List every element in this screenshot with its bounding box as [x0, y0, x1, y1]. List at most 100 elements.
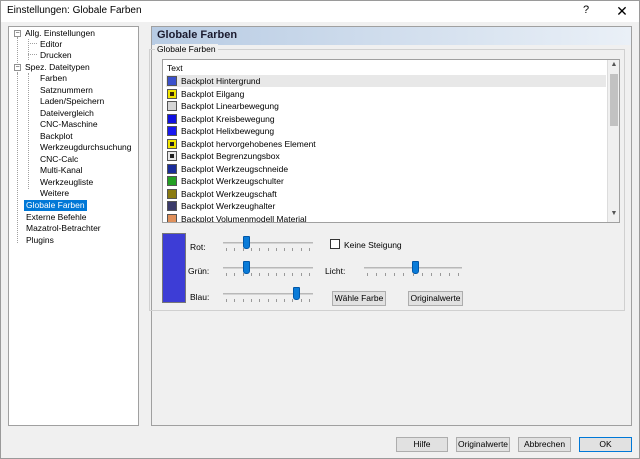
tree-item-satznummern[interactable]: Satznummern	[40, 85, 93, 96]
tree-item-backplot[interactable]: Backplot	[40, 131, 73, 142]
color-list-item[interactable]: Backplot Werkzeughalter	[166, 200, 606, 212]
keine-steigung-checkbox[interactable]	[330, 239, 340, 249]
slider-tick	[226, 248, 227, 251]
color-list-item-label: Backplot Kreisbewegung	[181, 113, 275, 124]
keine-steigung-label: Keine Steigung	[344, 240, 402, 250]
tree-item-farben[interactable]: Farben	[40, 73, 67, 84]
color-list-item[interactable]: Backplot Helixbewegung	[166, 125, 606, 137]
tree-line	[28, 43, 37, 44]
color-list-item-label: Backplot Linearbewegung	[181, 101, 279, 111]
color-list-item[interactable]: Backplot Kreisbewegung	[166, 113, 606, 125]
color-list-item[interactable]: Backplot Eilgang	[166, 88, 606, 100]
tree-item-externe-befehle[interactable]: Externe Befehle	[26, 212, 86, 223]
gruen-slider[interactable]	[223, 261, 313, 276]
color-swatch	[167, 176, 177, 186]
tree-line	[17, 73, 18, 243]
settings-dialog: Einstellungen: Globale Farben ? ✕ − Allg…	[0, 0, 640, 459]
originalwerte-button[interactable]: Originalwerte	[456, 437, 510, 452]
slider-tick	[458, 273, 459, 276]
tree-item-cnc-calc[interactable]: CNC-Calc	[40, 154, 78, 165]
waehle-farbe-button[interactable]: Wähle Farbe	[332, 291, 386, 306]
slider-tick	[226, 299, 227, 302]
gruen-label: Grün:	[188, 266, 210, 276]
tree-item-multi-kanal[interactable]: Multi-Kanal	[40, 165, 83, 176]
slider-tick	[251, 248, 252, 251]
tree-item-spez-dateitypen[interactable]: Spez. Dateitypen	[25, 62, 90, 73]
licht-label: Licht:	[325, 266, 346, 276]
licht-slider[interactable]	[364, 261, 462, 276]
blau-slider[interactable]	[223, 287, 313, 302]
slider-tick	[268, 273, 269, 276]
tree-item-laden-speichern[interactable]: Laden/Speichern	[40, 96, 104, 107]
scroll-thumb[interactable]	[610, 74, 618, 126]
tree-item-editor[interactable]: Editor	[40, 39, 62, 50]
tree-item-globale-farben[interactable]: Globale Farben	[24, 200, 87, 211]
swatch-marker	[170, 141, 174, 146]
slider-thumb[interactable]	[243, 261, 250, 274]
list-scrollbar[interactable]: ▲ ▼	[607, 60, 619, 222]
color-list-item-label: Backplot hervorgehobenes Element	[181, 138, 316, 149]
color-list-item[interactable]: Backplot Werkzeugschaft	[166, 188, 606, 200]
hilfe-button[interactable]: Hilfe	[396, 437, 448, 452]
tree-item-allg-einstellungen[interactable]: Allg. Einstellungen	[25, 28, 95, 39]
slider-tick	[234, 273, 235, 276]
slider-tick	[251, 273, 252, 276]
color-swatch	[167, 151, 177, 161]
color-list-item[interactable]: Backplot Werkzeugschneide	[166, 163, 606, 175]
color-swatch	[167, 76, 177, 86]
slider-tick	[449, 273, 450, 276]
slider-tick	[385, 273, 386, 276]
tree-item-werkzeugdurchsuchung[interactable]: Werkzeugdurchsuchung	[40, 142, 132, 153]
color-swatch	[167, 88, 177, 99]
ok-button[interactable]: OK	[579, 437, 632, 452]
slider-tick	[403, 273, 404, 276]
tree-item-plugins[interactable]: Plugins	[26, 235, 54, 246]
color-list[interactable]: Text Backplot Hintergrund Backplot Eilgan…	[162, 59, 620, 223]
color-list-item[interactable]: Backplot Volumenmodell Material	[166, 213, 606, 222]
color-list-item[interactable]: Backplot Hintergrund	[166, 75, 606, 87]
collapse-icon[interactable]: −	[14, 64, 21, 71]
collapse-icon[interactable]: −	[14, 30, 21, 37]
close-icon[interactable]: ✕	[605, 1, 639, 21]
color-swatch	[167, 138, 177, 149]
color-list-item-label: Backplot Werkzeugschneide	[181, 163, 289, 174]
scroll-up-icon[interactable]: ▲	[610, 61, 618, 68]
title-bar: Einstellungen: Globale Farben ? ✕	[1, 1, 639, 22]
color-list-item[interactable]: Backplot Werkzeugschulter	[166, 175, 606, 187]
list-header-text: Text	[167, 63, 183, 73]
color-list-item[interactable]: Backplot hervorgehobenes Element	[166, 138, 606, 150]
slider-track	[223, 267, 313, 269]
tree-item-werkzeugliste[interactable]: Werkzeugliste	[40, 177, 93, 188]
abbrechen-button[interactable]: Abbrechen	[518, 437, 571, 452]
slider-tick	[243, 299, 244, 302]
slider-tick	[309, 273, 310, 276]
color-swatch	[167, 163, 177, 174]
scroll-down-icon[interactable]: ▼	[610, 210, 618, 217]
blau-label: Blau:	[190, 292, 210, 302]
tree-item-dateivergleich[interactable]: Dateivergleich	[40, 108, 94, 119]
slider-tick	[284, 299, 285, 302]
slider-thumb[interactable]	[293, 287, 300, 300]
swatch-marker	[170, 154, 174, 158]
color-list-item[interactable]: Backplot Linearbewegung	[166, 100, 606, 112]
slider-tick	[292, 273, 293, 276]
tree-line	[28, 54, 37, 55]
page-title: Globale Farben	[157, 29, 238, 41]
slider-tick	[440, 273, 441, 276]
help-icon[interactable]: ?	[583, 4, 589, 16]
rot-slider[interactable]	[223, 236, 313, 251]
slider-tick	[376, 273, 377, 276]
slider-tick	[276, 273, 277, 276]
tree-item-weitere[interactable]: Weitere	[40, 188, 69, 199]
tree-item-cnc-maschine[interactable]: CNC-Maschine	[40, 119, 98, 130]
slider-thumb[interactable]	[243, 236, 250, 249]
settings-tree: − Allg. Einstellungen Editor Drucken − S…	[8, 26, 139, 426]
slider-tick	[431, 273, 432, 276]
color-list-item-label: Backplot Helixbewegung	[181, 126, 275, 136]
color-swatch	[167, 126, 177, 136]
slider-tick	[243, 248, 244, 251]
color-list-item[interactable]: Backplot Begrenzungsbox	[166, 150, 606, 162]
tree-item-drucken[interactable]: Drucken	[40, 50, 72, 61]
originalwerte-color-button[interactable]: Originalwerte	[408, 291, 463, 306]
tree-item-mazatrol-betrachter[interactable]: Mazatrol-Betrachter	[26, 223, 101, 234]
